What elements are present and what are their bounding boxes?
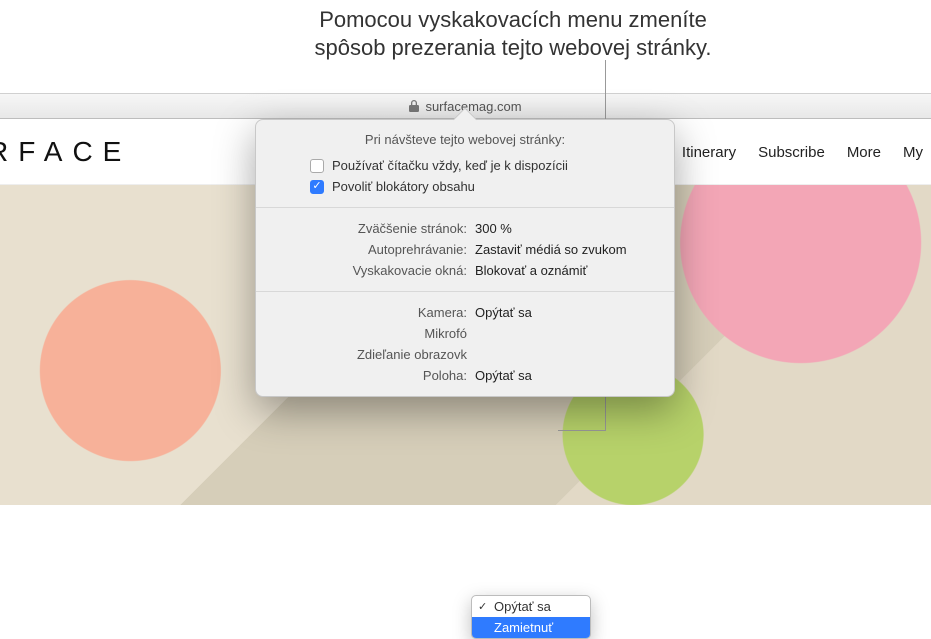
nav-itinerary[interactable]: Itinerary (682, 144, 736, 161)
popover-section-privacy: Kamera: Opýtať sa Mikrofó Zdieľanie obra… (256, 291, 674, 396)
annotation-line-1: Pomocou vyskakovacích menu zmeníte (135, 6, 891, 34)
label-autoplay: Autoprehrávanie: (270, 242, 475, 257)
reader-checkbox-label: Používať čítačku vždy, keď je k dispozíc… (332, 158, 568, 173)
content-blockers-checkbox-row[interactable]: Povoliť blokátory obsahu (270, 176, 660, 197)
dropdown-item-ask-label: Opýtať sa (494, 599, 551, 614)
value-page-zoom[interactable]: 300 % (475, 221, 512, 236)
label-popups: Vyskakovacie okná: (270, 263, 475, 278)
row-camera: Kamera: Opýtať sa (270, 302, 660, 323)
callout-line-horizontal (558, 430, 606, 431)
reader-checkbox-row[interactable]: Používať čítačku vždy, keď je k dispozíc… (270, 155, 660, 176)
row-autoplay: Autoprehrávanie: Zastaviť médiá so zvuko… (270, 239, 660, 260)
popover-section-general: Zväčšenie stránok: 300 % Autoprehrávanie… (256, 207, 674, 291)
label-microphone: Mikrofó (270, 326, 475, 341)
reader-checkbox[interactable] (310, 159, 324, 173)
row-location: Poloha: Opýtať sa (270, 365, 660, 386)
label-camera: Kamera: (270, 305, 475, 320)
popover-section-checkboxes: Používať čítačku vždy, keď je k dispozíc… (256, 155, 674, 207)
row-microphone: Mikrofó (270, 323, 660, 344)
value-camera[interactable]: Opýtať sa (475, 305, 532, 320)
value-popups[interactable]: Blokovať a oznámiť (475, 263, 587, 278)
label-page-zoom: Zväčšenie stránok: (270, 221, 475, 236)
url-host-text: surfacemag.com (425, 99, 521, 114)
annotation-line-2: spôsob prezerania tejto webovej stránky. (135, 34, 891, 62)
content-blockers-checkbox[interactable] (310, 180, 324, 194)
nav-more[interactable]: More (847, 144, 881, 161)
content-blockers-checkbox-label: Povoliť blokátory obsahu (332, 179, 475, 194)
row-page-zoom: Zväčšenie stránok: 300 % (270, 218, 660, 239)
microphone-dropdown-menu[interactable]: ✓ Opýtať sa Zamietnuť (471, 595, 591, 639)
help-annotation: Pomocou vyskakovacích menu zmeníte spôso… (135, 6, 891, 61)
popover-title: Pri návšteve tejto webovej stránky: (256, 120, 674, 155)
nav-subscribe[interactable]: Subscribe (758, 144, 825, 161)
label-location: Poloha: (270, 368, 475, 383)
dropdown-item-deny[interactable]: Zamietnuť (472, 617, 590, 638)
checkmark-icon: ✓ (478, 600, 487, 613)
row-screen-sharing: Zdieľanie obrazovk (270, 344, 660, 365)
value-location[interactable]: Opýtať sa (475, 368, 532, 383)
label-screen-sharing: Zdieľanie obrazovk (270, 347, 475, 362)
website-settings-popover: Pri návšteve tejto webovej stránky: Použ… (255, 119, 675, 397)
value-autoplay[interactable]: Zastaviť médiá so zvukom (475, 242, 627, 257)
lock-icon (409, 100, 419, 112)
row-popups: Vyskakovacie okná: Blokovať a oznámiť (270, 260, 660, 281)
site-logo-text: RFACE (0, 136, 131, 168)
site-nav: Itinerary Subscribe More My (682, 119, 931, 185)
dropdown-item-deny-label: Zamietnuť (494, 620, 553, 635)
dropdown-item-ask[interactable]: ✓ Opýtať sa (472, 596, 590, 617)
nav-my[interactable]: My (903, 144, 923, 161)
